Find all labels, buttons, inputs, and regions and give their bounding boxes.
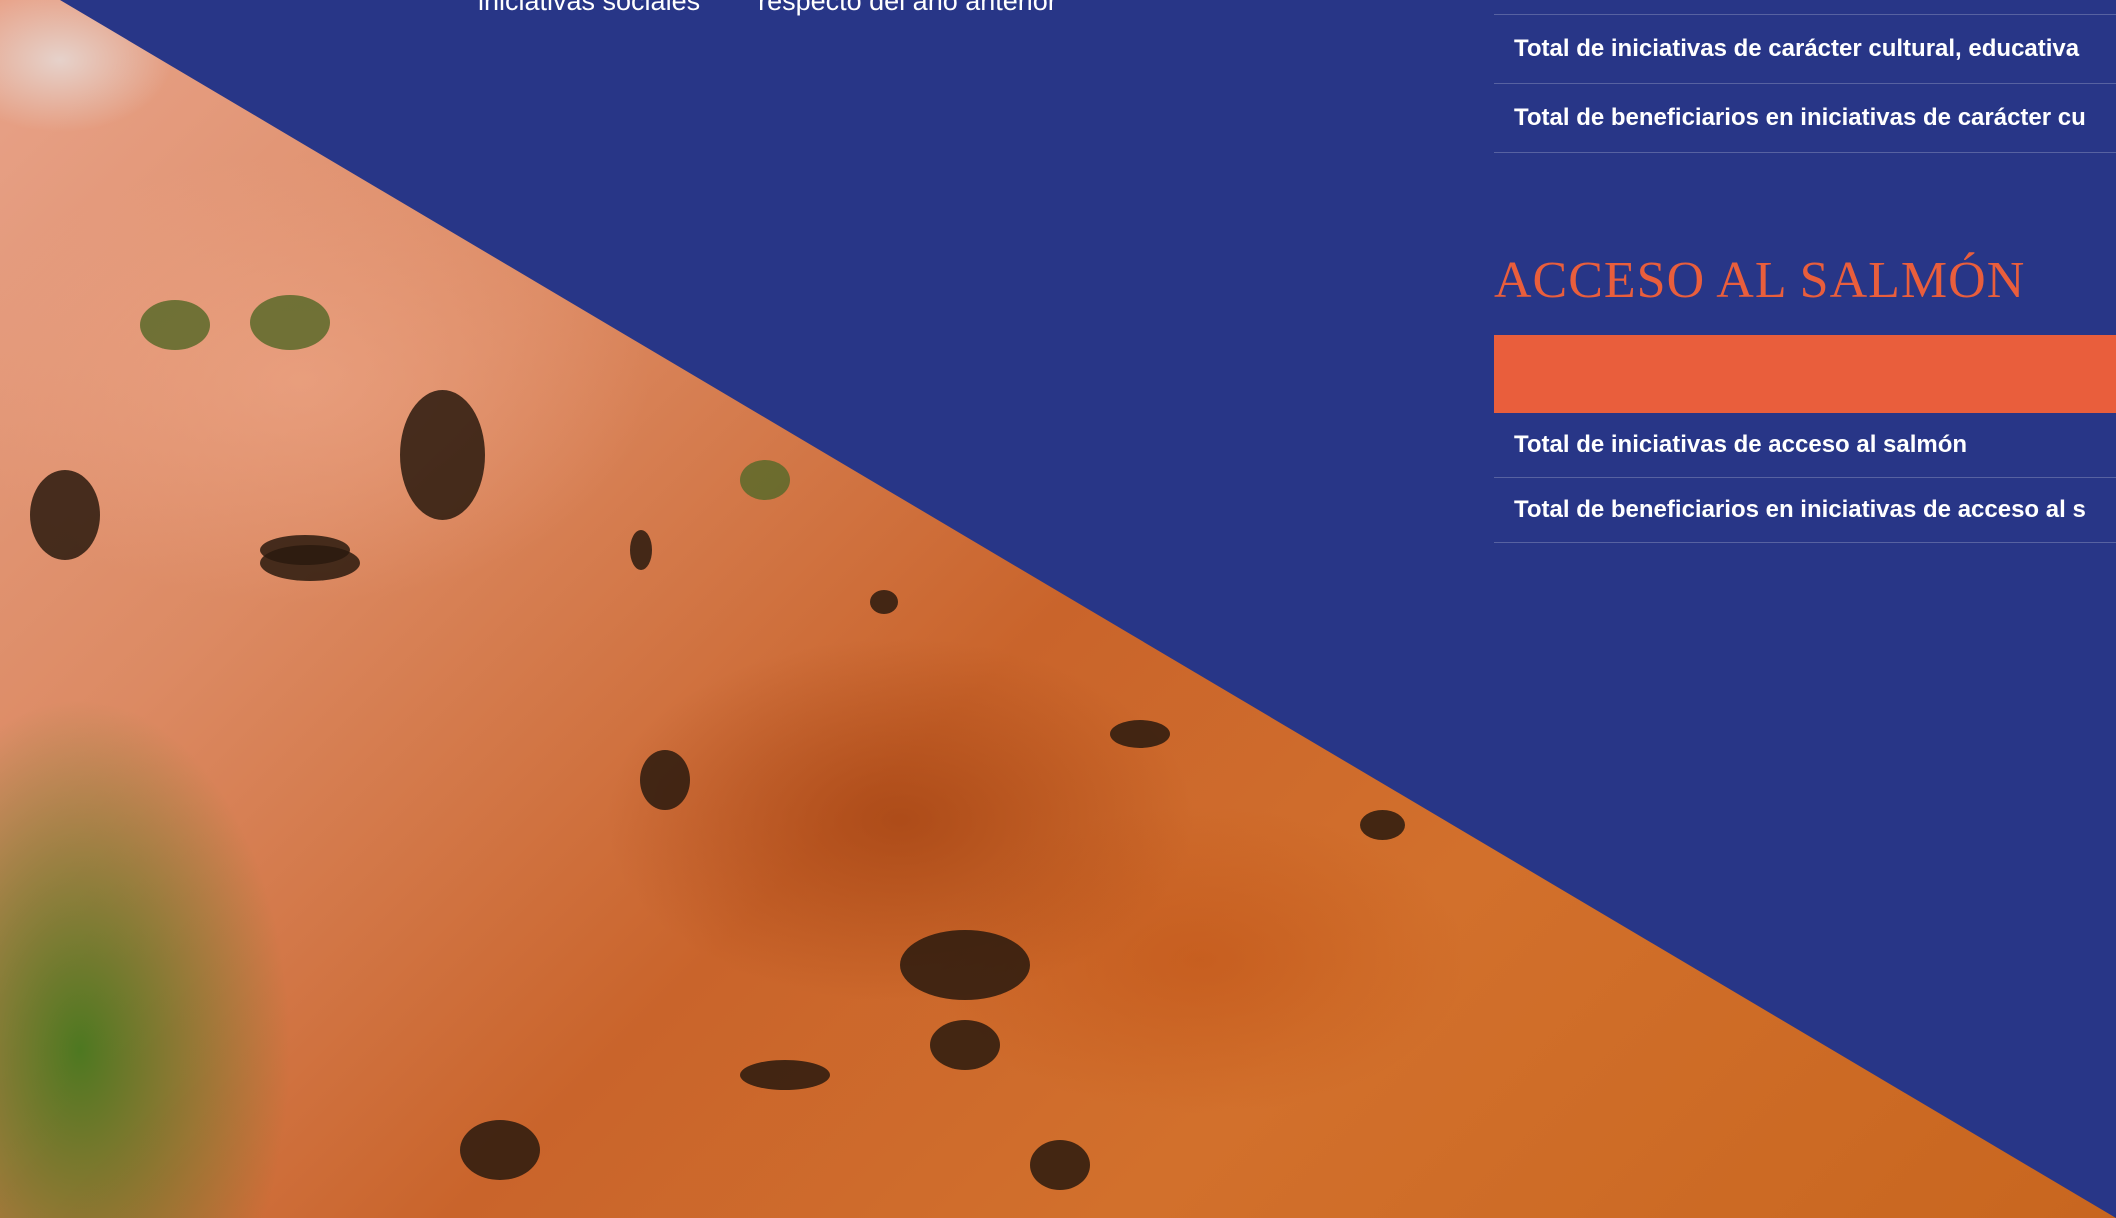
table-row bbox=[1494, 0, 2116, 15]
herb-speck bbox=[400, 390, 485, 520]
stat-label-initiatives: iniciativas sociales bbox=[478, 0, 701, 16]
herb-speck bbox=[30, 470, 100, 560]
herb-speck bbox=[260, 545, 360, 581]
herb-speck bbox=[930, 1020, 1000, 1070]
table-row-cultural-beneficiaries: Total de beneficiarios en iniciativas de… bbox=[1494, 84, 2116, 153]
stat-label-previous-year: respecto del año anterior bbox=[758, 0, 1057, 16]
table-row-salmon-beneficiaries: Total de beneficiarios en iniciativas de… bbox=[1494, 478, 2116, 543]
section-header-bar bbox=[1494, 335, 2116, 413]
page: iniciativas sociales respecto del año an… bbox=[0, 0, 2116, 1218]
herb-speck bbox=[140, 300, 210, 350]
herb-speck bbox=[1360, 810, 1405, 840]
herb-speck bbox=[1030, 1140, 1090, 1190]
table-row-salmon-initiatives: Total de iniciativas de acceso al salmón bbox=[1494, 413, 2116, 478]
herb-speck bbox=[740, 1060, 830, 1090]
herb-speck bbox=[630, 530, 652, 570]
table-row-cultural-initiatives: Total de iniciativas de carácter cultura… bbox=[1494, 15, 2116, 84]
herb-speck bbox=[250, 295, 330, 350]
stats-table-column: Total de iniciativas de carácter cultura… bbox=[1494, 0, 2116, 543]
herb-speck bbox=[640, 750, 690, 810]
herb-speck bbox=[460, 1120, 540, 1180]
herb-speck bbox=[870, 590, 898, 614]
herb-speck bbox=[740, 460, 790, 500]
herb-speck bbox=[1110, 720, 1170, 748]
top-stat-labels: iniciativas sociales respecto del año an… bbox=[478, 0, 1057, 17]
herb-speck bbox=[900, 930, 1030, 1000]
section-title-salmon-access: ACCESO AL SALMÓN bbox=[1494, 252, 2026, 309]
